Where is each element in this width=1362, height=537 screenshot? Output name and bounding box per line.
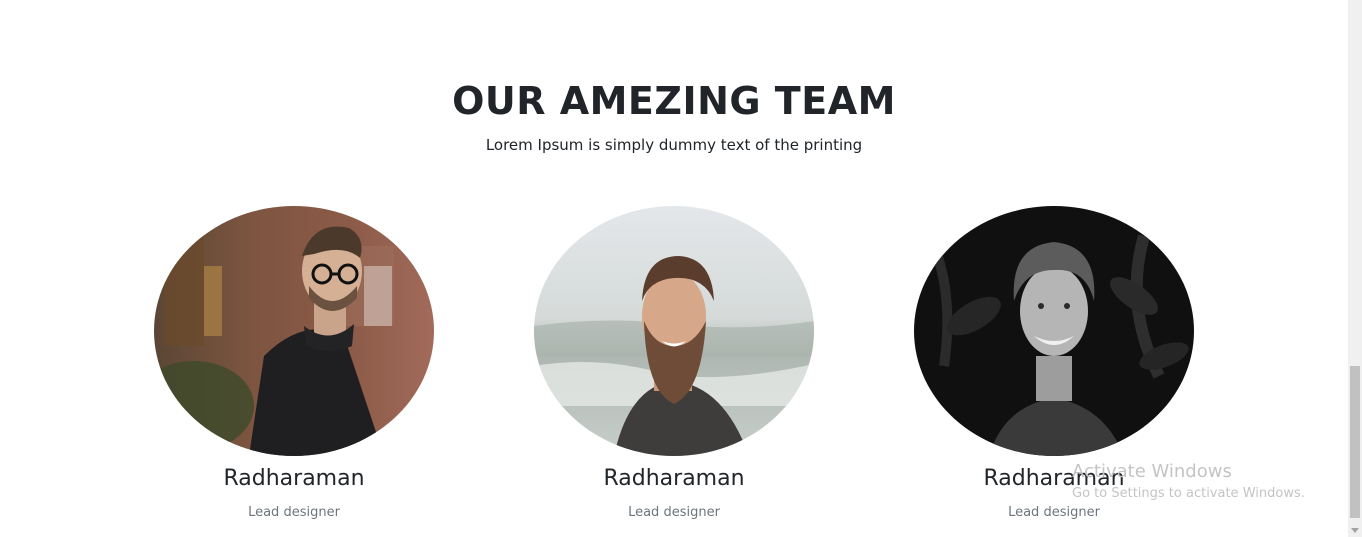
section-subtitle: Lorem Ipsum is simply dummy text of the … <box>485 136 863 154</box>
page: OUR AMEZING TEAM Lorem Ipsum is simply d… <box>0 0 1362 537</box>
member-photo <box>534 206 814 456</box>
team-member-card: Radharaman Lead designer <box>154 206 434 522</box>
member-name: Radharaman <box>603 466 745 491</box>
scrollbar-thumb[interactable] <box>1350 366 1360 518</box>
member-photo <box>914 206 1194 456</box>
team-member-card: Radharaman Lead designer <box>914 206 1194 522</box>
team-member-card: Radharaman Lead designer <box>534 206 814 522</box>
section-title: OUR AMEZING TEAM <box>452 79 896 123</box>
scroll-down-arrow-icon[interactable] <box>1351 528 1359 533</box>
member-role: Lead designer <box>628 505 720 520</box>
member-photo <box>154 206 434 456</box>
member-role: Lead designer <box>248 505 340 520</box>
member-role: Lead designer <box>1008 505 1100 520</box>
member-name: Radharaman <box>983 466 1125 491</box>
vertical-scrollbar[interactable] <box>1348 0 1362 537</box>
member-name: Radharaman <box>223 466 365 491</box>
